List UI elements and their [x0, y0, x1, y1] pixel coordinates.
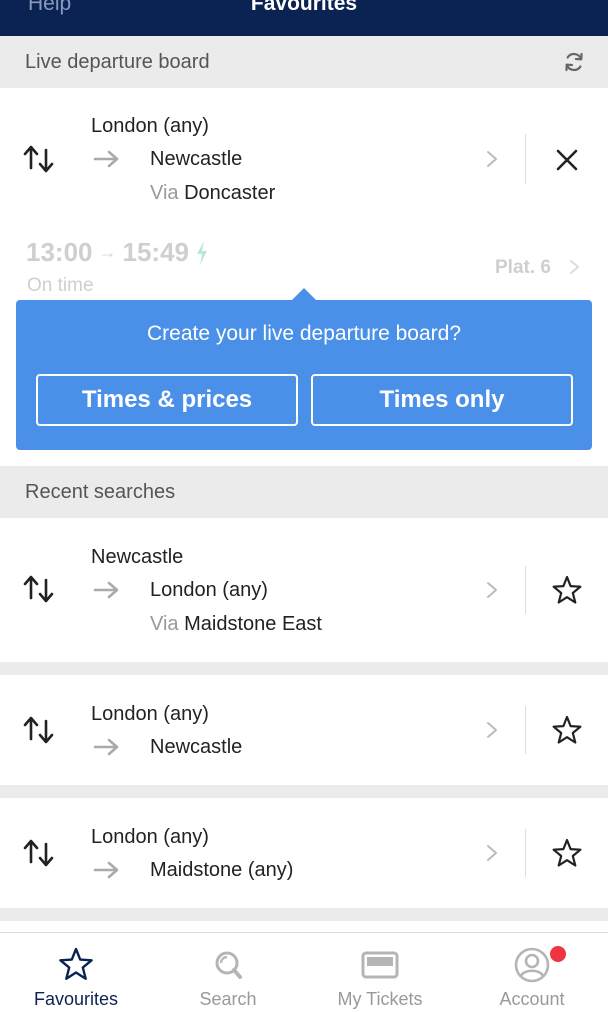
- star-icon[interactable]: [551, 837, 583, 869]
- search-icon: [215, 951, 242, 979]
- list-item[interactable]: London (any) Maidstone (any): [0, 798, 608, 908]
- list-item[interactable]: Newcastle London (any) Via Maidstone Eas…: [0, 518, 608, 662]
- top-bar: Help Favourites: [0, 0, 608, 36]
- popup-pointer: [292, 288, 316, 300]
- tab-account[interactable]: Account: [456, 933, 608, 1012]
- times-only-button[interactable]: Times only: [311, 374, 573, 426]
- chevron-right-icon[interactable]: [485, 844, 499, 862]
- popup-question: Create your live departure board?: [146, 322, 461, 345]
- time-arrow-icon: →: [98, 242, 117, 262]
- arrow-right-icon: [93, 738, 119, 756]
- lightning-icon: [197, 240, 207, 265]
- tab-search[interactable]: Search: [152, 933, 304, 1012]
- account-icon: [514, 947, 550, 983]
- journey-from: Newcastle: [91, 546, 184, 568]
- tab-label: My Tickets: [337, 989, 423, 1009]
- swap-direction-icon[interactable]: [22, 142, 56, 176]
- arrival-time: 15:49: [122, 237, 190, 267]
- refresh-icon[interactable]: [562, 50, 586, 74]
- journey-from: London (any): [91, 703, 209, 725]
- notification-badge: [548, 944, 568, 964]
- star-icon[interactable]: [551, 714, 583, 746]
- divider: [525, 134, 526, 184]
- journey-from: London (any): [91, 115, 209, 137]
- live-board-title: Live departure board: [25, 50, 210, 73]
- star-icon: [59, 947, 93, 980]
- via-label: Via: [150, 182, 179, 204]
- list-item-partial: [0, 921, 608, 932]
- page-title: Favourites: [250, 0, 358, 15]
- chevron-right-icon[interactable]: [485, 721, 499, 739]
- divider: [525, 706, 526, 754]
- chevron-right-icon[interactable]: [485, 581, 499, 599]
- journey-via: Via Doncaster: [150, 182, 275, 205]
- swap-direction-icon[interactable]: [22, 836, 56, 870]
- swap-direction-icon[interactable]: [22, 572, 56, 606]
- create-board-popup: Create your live departure board? Times …: [16, 300, 592, 450]
- tab-my-tickets[interactable]: My Tickets: [304, 933, 456, 1012]
- list-item[interactable]: London (any) Newcastle: [0, 675, 608, 785]
- chevron-right-icon[interactable]: [569, 259, 581, 275]
- journey-from: London (any): [91, 826, 209, 848]
- departure-times: 13:00 → 15:49: [26, 237, 209, 268]
- live-board-header: Live departure board: [0, 36, 608, 88]
- departure-time: 13:00: [26, 237, 93, 267]
- chevron-right-icon[interactable]: [485, 150, 499, 168]
- close-icon[interactable]: [555, 148, 579, 172]
- journey-to: Newcastle: [150, 736, 243, 758]
- swap-direction-icon[interactable]: [22, 713, 56, 747]
- recent-searches-header: Recent searches: [0, 466, 608, 518]
- status-text: On time: [27, 275, 94, 296]
- via-station: Maidstone East: [184, 613, 322, 635]
- journey-to: London (any): [150, 579, 268, 601]
- arrow-right-icon: [93, 581, 119, 599]
- via-label: Via: [150, 613, 179, 635]
- tab-label: Account: [499, 989, 565, 1009]
- tab-label: Search: [199, 989, 257, 1009]
- via-station: Doncaster: [184, 182, 276, 204]
- arrow-right-icon: [93, 150, 119, 168]
- arrow-right-icon: [93, 861, 119, 879]
- ticket-icon: [361, 951, 399, 979]
- journey-to: Maidstone (any): [150, 859, 294, 881]
- tab-label: Favourites: [33, 989, 119, 1009]
- platform-label: Plat. 6: [495, 257, 551, 278]
- journey-via: Via Maidstone East: [150, 613, 322, 636]
- favourites-screen: Help Favourites Live departure board Lon…: [0, 0, 608, 1012]
- times-and-prices-button[interactable]: Times & prices: [36, 374, 298, 426]
- tab-favourites[interactable]: Favourites: [0, 933, 152, 1012]
- journey-to: Newcastle: [150, 148, 243, 170]
- star-icon[interactable]: [551, 574, 583, 606]
- recent-searches-title: Recent searches: [25, 480, 176, 503]
- divider: [525, 566, 526, 614]
- divider: [525, 829, 526, 877]
- bottom-tab-bar: Favourites Search My Tickets Account: [0, 932, 608, 1012]
